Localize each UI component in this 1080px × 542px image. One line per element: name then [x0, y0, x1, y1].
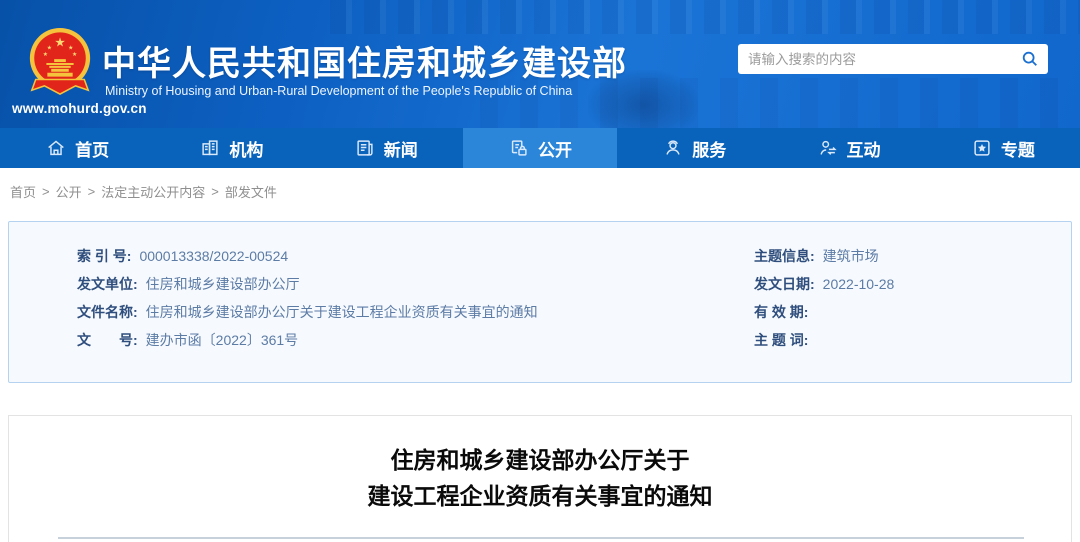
breadcrumb: 首页 > 公开 > 法定主动公开内容 > 部发文件 [0, 168, 1080, 214]
meta-value: 2022-10-28 [822, 276, 895, 292]
nav-tab-label: 服务 [692, 140, 727, 160]
meta-value: 建筑市场 [822, 248, 879, 264]
topic-icon [974, 140, 990, 156]
meta-value: 000013338/2022-00524 [139, 248, 289, 264]
nav-tab-topics[interactable]: 专题 [926, 128, 1080, 168]
nav-tab-label: 互动 [846, 140, 881, 160]
disclosure-icon [511, 140, 527, 156]
breadcrumb-separator: > [42, 183, 50, 199]
nav-tab-news[interactable]: 新闻 [309, 128, 463, 168]
meta-value: 住房和城乡建设部办公厅关于建设工程企业资质有关事宜的通知 [145, 304, 538, 320]
meta-label: 索 引 号: [77, 248, 132, 264]
org-icon [202, 140, 219, 156]
svg-text:★: ★ [43, 51, 48, 58]
meta-value: 住房和城乡建设部办公厅 [145, 276, 300, 292]
nav-tab-label: 新闻 [383, 140, 418, 160]
site-header: ★ ★ ★ ★ ★ www.mohurd.gov.cn 中华人民共和国住房和城乡… [0, 0, 1080, 128]
home-icon [48, 140, 64, 156]
svg-text:★: ★ [54, 35, 65, 49]
site-url: www.mohurd.gov.cn [12, 101, 147, 116]
meta-label: 有 效 期: [754, 304, 809, 320]
document-title-line1: 住房和城乡建设部办公厅关于 [390, 447, 690, 473]
nav-tab-label: 机构 [229, 140, 264, 160]
search-input[interactable] [738, 51, 1012, 67]
meta-column-right: 主题信息: 建筑市场 发文日期: 2022-10-28 有 效 期: 主 题 词: [754, 242, 1054, 354]
breadcrumb-item-ministry-documents[interactable]: 部发文件 [225, 182, 277, 201]
breadcrumb-item-disclosure[interactable]: 公开 [56, 182, 82, 201]
meta-column-left: 索 引 号: 000013338/2022-00524 发文单位: 住房和城乡建设部… [77, 242, 697, 354]
nav-tab-interaction[interactable]: 互动 [771, 128, 925, 168]
breadcrumb-separator: > [211, 183, 219, 199]
breadcrumb-separator: > [87, 183, 96, 199]
svg-text:★: ★ [68, 44, 73, 51]
nav-tab-home[interactable]: 首页 [0, 128, 154, 168]
nav-tab-organization[interactable]: 机构 [154, 128, 308, 168]
national-emblem-icon: ★ ★ ★ ★ ★ [29, 28, 91, 95]
search-icon [1022, 51, 1037, 66]
meta-row-index-number: 索 引 号: 000013338/2022-00524 [77, 242, 697, 270]
meta-row-document-number: 文 号: 建办市函〔2022〕361号 [77, 326, 697, 354]
meta-row-issuing-unit: 发文单位: 住房和城乡建设部办公厅 [77, 270, 697, 298]
breadcrumb-item-statutory-content[interactable]: 法定主动公开内容 [101, 182, 205, 201]
meta-row-validity-period: 有 效 期: [754, 298, 1054, 326]
building-watermark [330, 0, 1080, 34]
news-icon [357, 140, 373, 156]
meta-row-topic-info: 主题信息: 建筑市场 [754, 242, 1054, 270]
service-icon [666, 140, 680, 155]
meta-row-subject-terms: 主 题 词: [754, 326, 1054, 354]
meta-value: 建办市函〔2022〕361号 [145, 332, 299, 348]
document-title-line2: 建设工程企业资质有关事宜的通知 [367, 483, 713, 509]
meta-row-issue-date: 发文日期: 2022-10-28 [754, 270, 1054, 298]
document-divider [58, 537, 1024, 539]
search-button[interactable] [1012, 44, 1048, 74]
document-title: 住房和城乡建设部办公厅关于 建设工程企业资质有关事宜的通知 [9, 442, 1071, 514]
document-meta-panel: 索 引 号: 000013338/2022-00524 发文单位: 住房和城乡建设部… [8, 221, 1072, 383]
nav-tab-disclosure[interactable]: 公开 [462, 128, 618, 168]
page: ★ ★ ★ ★ ★ www.mohurd.gov.cn 中华人民共和国住房和城乡… [0, 0, 1080, 542]
meta-label: 文 号: [77, 332, 138, 348]
main-nav: 首页 机构 新闻 公开 服务 互动 专题 [0, 128, 1080, 168]
interact-icon [819, 140, 837, 155]
meta-label: 发文日期: [754, 276, 815, 292]
breadcrumb-item-home[interactable]: 首页 [10, 182, 36, 201]
svg-text:★: ★ [72, 51, 77, 58]
search-bar [738, 44, 1048, 74]
meta-label: 主题信息: [754, 248, 815, 264]
meta-label: 发文单位: [77, 276, 138, 292]
nav-tab-label: 公开 [537, 140, 572, 160]
document-content-panel: 住房和城乡建设部办公厅关于 建设工程企业资质有关事宜的通知 [8, 415, 1072, 542]
meta-row-document-name: 文件名称: 住房和城乡建设部办公厅关于建设工程企业资质有关事宜的通知 [77, 298, 697, 326]
site-subtitle: Ministry of Housing and Urban-Rural Deve… [105, 84, 573, 98]
nav-tab-label: 专题 [1000, 140, 1035, 160]
site-title: 中华人民共和国住房和城乡建设部 [102, 45, 627, 83]
nav-tab-services[interactable]: 服务 [617, 128, 771, 168]
svg-text:★: ★ [47, 44, 52, 51]
meta-label: 文件名称: [77, 304, 138, 320]
meta-label: 主 题 词: [754, 332, 809, 348]
nav-tab-label: 首页 [75, 140, 110, 160]
